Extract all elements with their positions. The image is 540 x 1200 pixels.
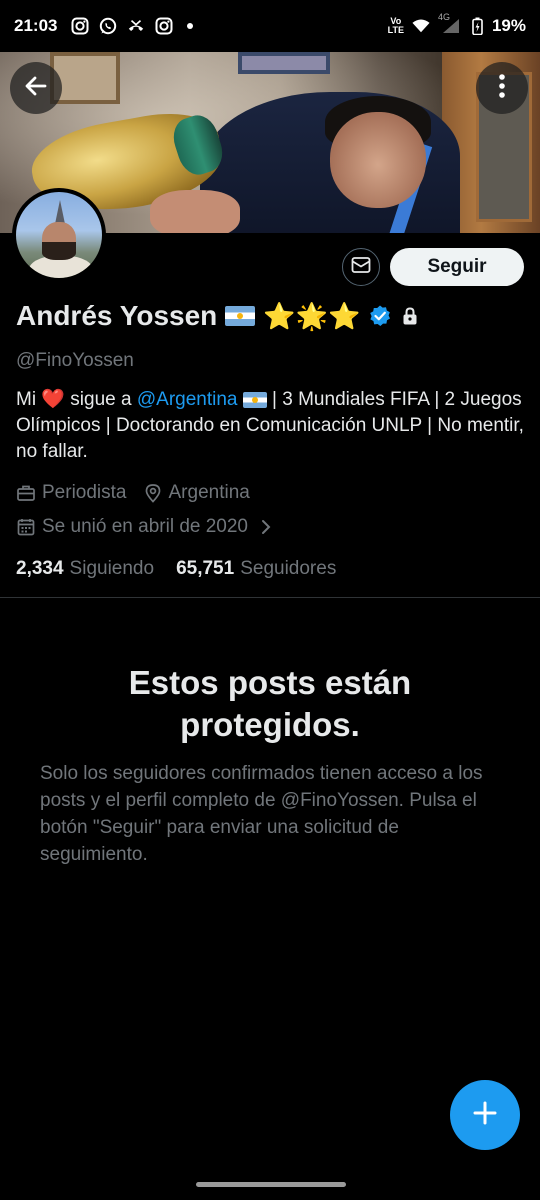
following-label: Siguiendo (69, 558, 155, 579)
profile-bio: Mi ❤️ sigue a @Argentina | 3 Mundiales F… (16, 389, 524, 462)
heart-emoji: ❤️ (41, 389, 66, 410)
profile-profession: Periodista (42, 482, 127, 503)
verified-badge-icon[interactable] (368, 304, 392, 328)
back-button[interactable] (10, 62, 62, 114)
person-face (330, 112, 426, 208)
profile-avatar[interactable] (12, 188, 106, 282)
section-divider (0, 597, 540, 598)
follow-button[interactable]: Seguir (390, 248, 524, 286)
joined-row[interactable]: Se unió en abril de 2020 (16, 516, 282, 538)
profile-handle: @FinoYossen (16, 350, 134, 371)
protected-posts-message: Solo los seguidores confirmados tienen a… (40, 763, 483, 865)
wifi-icon (412, 17, 430, 35)
follow-stats: 2,334 Siguiendo 65,751 Seguidores (16, 558, 336, 580)
battery-percentage: 19% (491, 16, 526, 35)
location-pin-icon (143, 483, 163, 503)
followers-link[interactable]: 65,751 Seguidores (176, 558, 336, 580)
status-bar: 21:03 Vo LTE 4G 19% (0, 0, 540, 52)
home-gesture-bar[interactable] (196, 1182, 346, 1187)
arrow-left-icon (23, 73, 49, 104)
following-count: 2,334 (16, 558, 64, 579)
calendar-icon (16, 517, 36, 537)
followers-label: Seguidores (240, 558, 337, 579)
volte-indicator: Vo LTE (387, 16, 404, 35)
profile-joined-date: Se unió en abril de 2020 (42, 516, 248, 537)
instagram-icon (71, 17, 89, 35)
protected-posts-title: Estos posts están protegidos. (128, 664, 412, 743)
message-button[interactable] (342, 248, 380, 286)
profile-name: Andrés Yossen (16, 300, 218, 331)
person-hands (150, 190, 240, 233)
envelope-icon (351, 256, 371, 279)
star-emojis: ⭐🌟⭐ (263, 300, 361, 331)
missed-call-icon (127, 17, 145, 35)
profile-location: Argentina (168, 482, 250, 503)
bio-mention-link[interactable]: @Argentina (137, 389, 238, 410)
profile-name-row: Andrés Yossen ⭐🌟⭐ (16, 300, 420, 332)
cell-signal-icon: 4G (438, 12, 464, 35)
following-link[interactable]: 2,334 Siguiendo (16, 558, 154, 580)
argentina-flag-icon (225, 306, 256, 326)
followers-count: 65,751 (176, 558, 235, 579)
compose-post-button[interactable] (450, 1080, 520, 1150)
chevron-right-icon (256, 517, 276, 537)
instagram-icon (155, 17, 173, 35)
battery-icon (472, 17, 484, 35)
lock-icon (400, 306, 420, 326)
profile-meta-row: Periodista Argentina (16, 482, 250, 504)
plus-icon (472, 1100, 498, 1131)
more-options-button[interactable] (476, 62, 528, 114)
network-type: 4G (437, 12, 450, 22)
more-notifications-dot (187, 23, 194, 29)
argentina-flag-icon (242, 391, 267, 408)
more-vertical-icon (498, 73, 506, 104)
briefcase-icon (16, 483, 36, 503)
wall-frame (238, 52, 330, 74)
whatsapp-icon (99, 17, 117, 35)
status-time: 21:03 (14, 16, 58, 35)
